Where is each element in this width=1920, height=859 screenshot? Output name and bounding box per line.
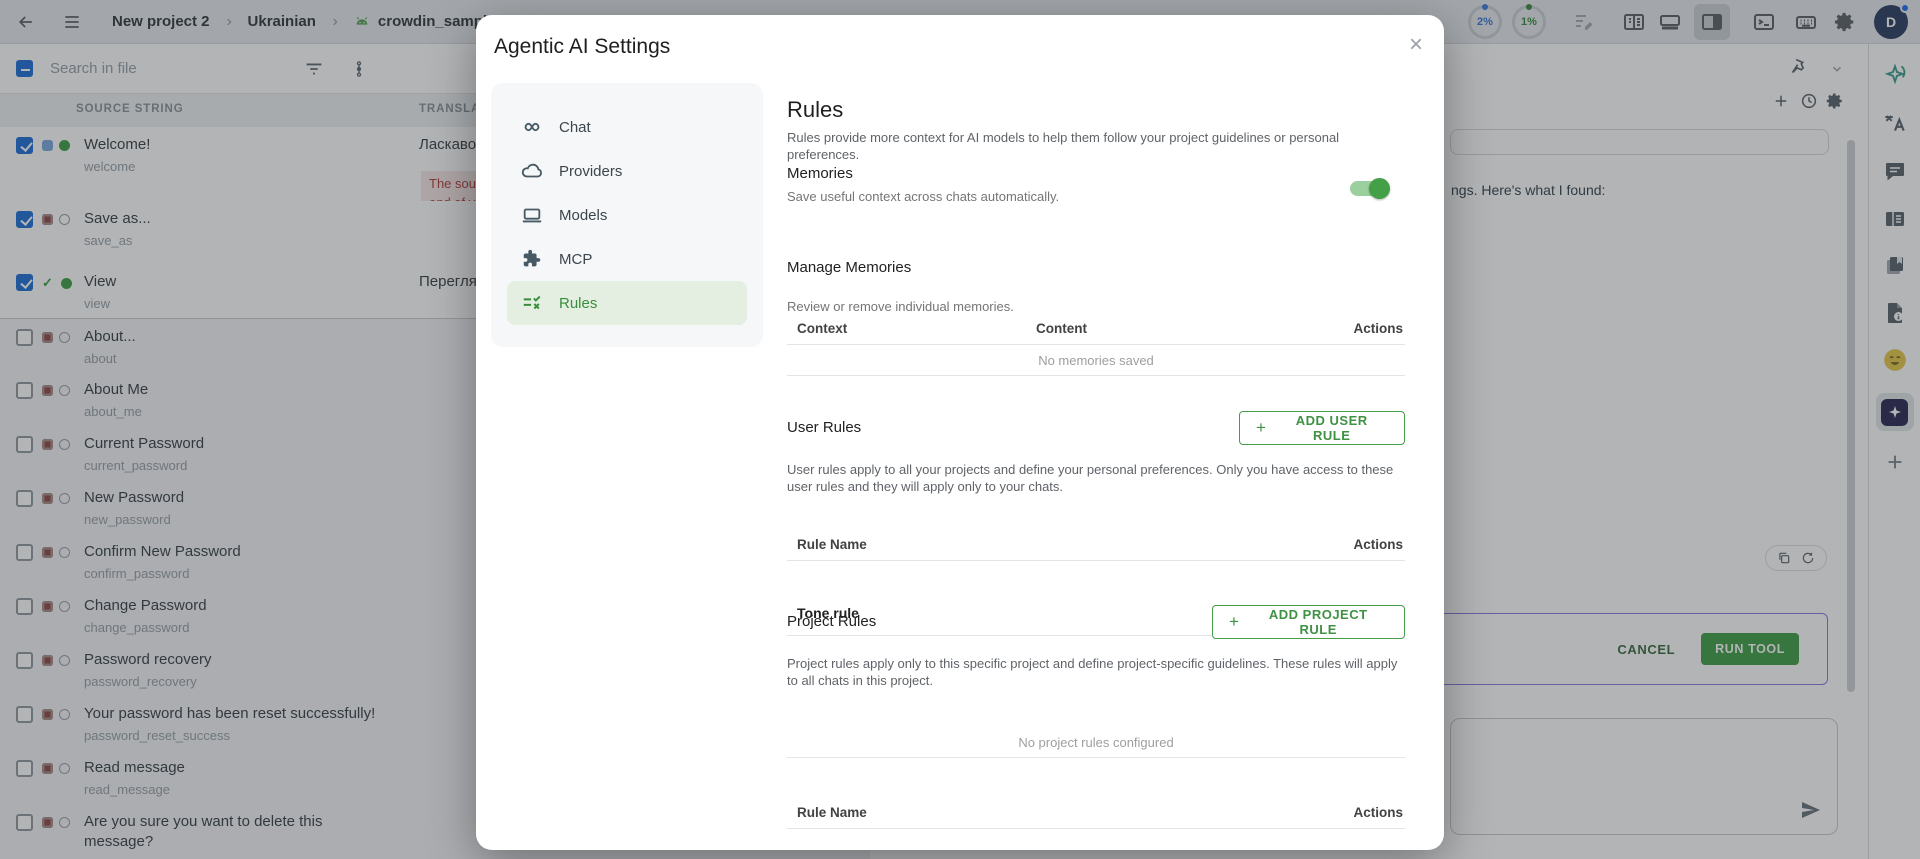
nav-label: Models [559, 207, 607, 224]
column-content: Content [1036, 321, 1087, 336]
user-rules-description: User rules apply to all your projects an… [787, 461, 1405, 495]
cloud-icon [521, 160, 543, 182]
nav-label: Chat [559, 119, 591, 136]
modal-sidebar: Chat Providers Models MCP Rules [491, 83, 763, 347]
nav-label: Rules [559, 295, 597, 312]
column-actions: Actions [1353, 805, 1403, 820]
nav-label: MCP [559, 251, 592, 268]
laptop-icon [521, 204, 543, 226]
rules-heading: Rules [787, 97, 1405, 123]
chat-loop-icon [521, 116, 543, 138]
column-context: Context [797, 321, 847, 336]
manage-memories-heading: Manage Memories [787, 259, 1405, 276]
plus-icon: + [1229, 612, 1239, 632]
memories-toggle[interactable] [1350, 181, 1388, 196]
memories-table-header: Context Content Actions [787, 317, 1405, 345]
toggle-knob [1369, 178, 1390, 199]
agentic-ai-settings-modal: Agentic AI Settings × Chat Providers Model… [476, 15, 1444, 850]
manage-memories-description: Review or remove individual memories. [787, 299, 1405, 314]
column-actions: Actions [1353, 321, 1403, 336]
column-rule-name: Rule Name [797, 537, 867, 552]
modal-nav-item-providers[interactable]: Providers [507, 149, 747, 193]
rules-content: Rules Rules provide more context for AI … [787, 15, 1405, 850]
close-icon[interactable]: × [1402, 31, 1430, 59]
column-rule-name: Rule Name [797, 805, 867, 820]
project-rules-description: Project rules apply only to this specifi… [787, 655, 1405, 689]
memories-empty-state: No memories saved [787, 346, 1405, 376]
project-rules-table-header: Rule Name Actions [787, 801, 1405, 829]
memories-description: Save useful context across chats automat… [787, 189, 1405, 204]
nav-label: Providers [559, 163, 622, 180]
modal-nav-item-models[interactable]: Models [507, 193, 747, 237]
user-rules-table-header: Rule Name Actions [787, 533, 1405, 561]
checklist-icon [521, 292, 543, 314]
memories-heading: Memories [787, 165, 1405, 182]
modal-title: Agentic AI Settings [494, 35, 670, 59]
plus-icon: + [1256, 418, 1266, 438]
add-project-rule-button[interactable]: + ADD PROJECT RULE [1212, 605, 1405, 639]
rules-description: Rules provide more context for AI models… [787, 129, 1405, 163]
modal-nav-item-mcp[interactable]: MCP [507, 237, 747, 281]
add-user-rule-button[interactable]: + ADD USER RULE [1239, 411, 1405, 445]
modal-nav-item-rules[interactable]: Rules [507, 281, 747, 325]
modal-nav-item-chat[interactable]: Chat [507, 105, 747, 149]
puzzle-icon [521, 248, 543, 270]
project-rules-empty-state: No project rules configured [787, 728, 1405, 758]
column-actions: Actions [1353, 537, 1403, 552]
